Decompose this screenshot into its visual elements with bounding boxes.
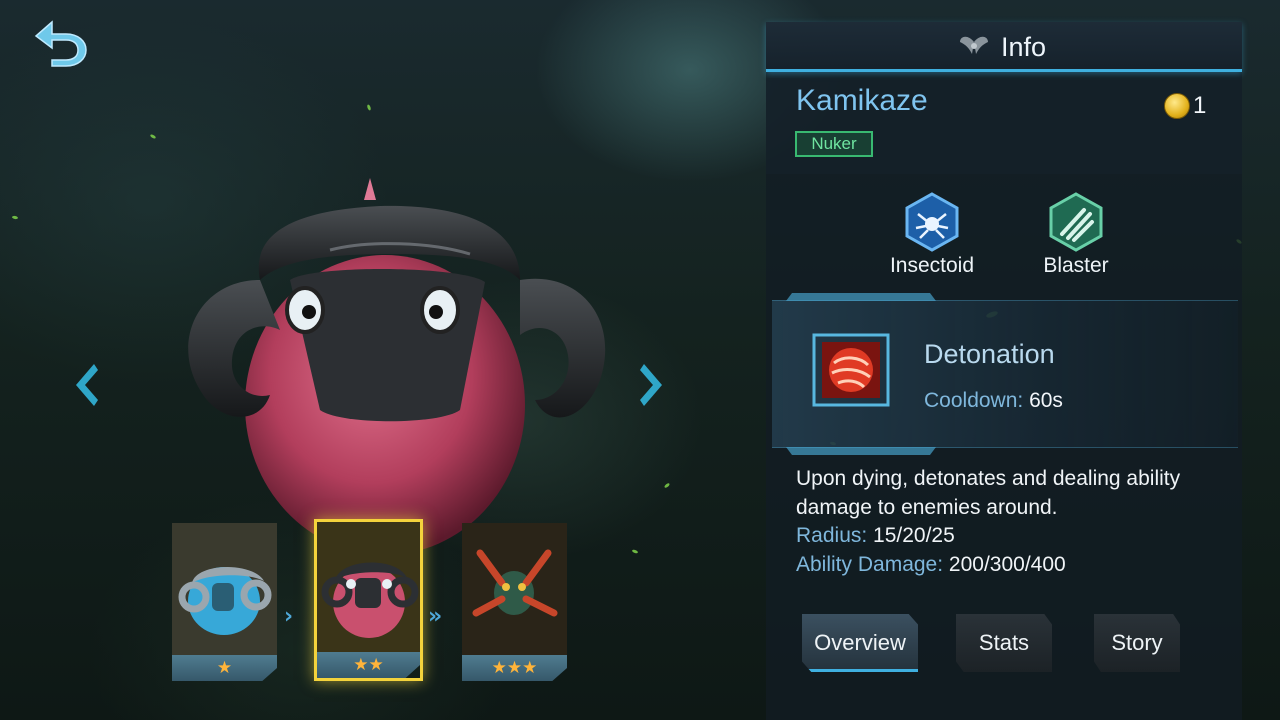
hero-name-block: Kamikaze 1 Nuker <box>766 78 1242 174</box>
evolution-card-2star[interactable]: ★★ <box>314 519 423 681</box>
skill-frame-deco <box>786 447 936 455</box>
leaf-particle <box>149 133 157 140</box>
leaf-particle <box>11 215 19 220</box>
synergy-label: Blaster <box>1043 254 1109 277</box>
gold-coin-icon <box>1164 93 1190 119</box>
evolution-arrow-icon: › <box>284 604 294 629</box>
skill-stat-radius: Radius: 15/20/25 <box>796 524 955 548</box>
evolution-portrait <box>462 523 567 655</box>
skill-description: Upon dying, detonates and dealing abilit… <box>796 467 1181 519</box>
info-panel: Info Kamikaze 1 Nuker Insectoid Blaster <box>766 22 1242 720</box>
evolution-portrait <box>317 522 420 655</box>
hero-cost: 1 <box>1164 92 1206 120</box>
evolution-portrait <box>172 523 277 655</box>
cost-value: 1 <box>1193 92 1207 119</box>
leaf-particle <box>663 482 671 489</box>
back-button[interactable] <box>30 14 92 68</box>
cooldown-value: 60s <box>1029 389 1063 412</box>
star-rating: ★★ <box>317 652 420 678</box>
stat-label: Ability Damage: <box>796 553 944 576</box>
claw-icon <box>1049 192 1103 252</box>
synergy-insectoid[interactable]: Insectoid <box>862 192 1002 278</box>
detonation-skill-icon <box>812 333 890 407</box>
synergy-label: Insectoid <box>889 254 975 277</box>
hero-model <box>140 170 640 560</box>
star-rating: ★★★ <box>462 655 567 681</box>
panel-header: Info <box>766 22 1242 72</box>
previous-hero-arrow[interactable] <box>70 360 102 410</box>
chevron-left-icon <box>76 364 98 406</box>
chevron-right-icon <box>640 364 662 406</box>
tab-overview[interactable]: Overview <box>802 614 918 672</box>
skill-stat-ability-damage: Ability Damage: 200/300/400 <box>796 553 1066 577</box>
evolution-card-1star[interactable]: ★ <box>172 523 277 681</box>
stat-label: Radius: <box>796 524 868 547</box>
leaf-particle <box>366 104 372 111</box>
skill-name: Detonation <box>924 339 1055 369</box>
tab-stats[interactable]: Stats <box>956 614 1052 672</box>
spider-icon <box>905 192 959 252</box>
evolution-double-arrow-icon: » <box>428 604 443 629</box>
cooldown-label: Cooldown: <box>924 389 1024 412</box>
tab-story[interactable]: Story <box>1094 614 1180 672</box>
back-arrow-icon <box>34 20 87 67</box>
wings-icon <box>960 36 988 54</box>
skill-block: Detonation Cooldown: 60s <box>772 293 1238 448</box>
role-badge: Nuker <box>795 131 873 157</box>
stat-value: 15/20/25 <box>873 524 955 547</box>
star-rating: ★ <box>172 655 277 681</box>
synergy-blaster[interactable]: Blaster <box>1006 192 1146 278</box>
skill-cooldown: Cooldown: 60s <box>924 389 1063 413</box>
next-hero-arrow[interactable] <box>636 360 668 410</box>
evolution-card-3star[interactable]: ★★★ <box>462 523 567 681</box>
hero-name: Kamikaze <box>796 84 928 117</box>
stat-value: 200/300/400 <box>948 553 1066 576</box>
panel-title: Info <box>1001 32 1047 62</box>
skill-frame-deco <box>786 293 936 301</box>
